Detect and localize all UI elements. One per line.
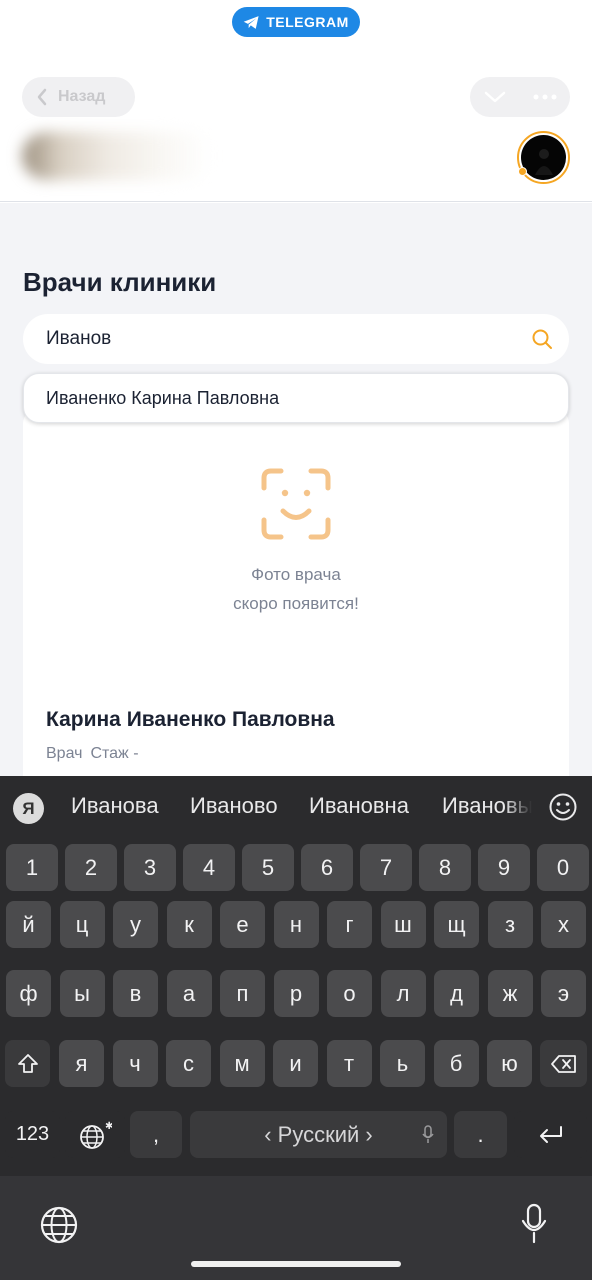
- return-icon: [539, 1125, 562, 1143]
- row2-key[interactable]: д: [434, 970, 479, 1017]
- svg-text:✱: ✱: [105, 1121, 112, 1132]
- avatar-status-dot: [518, 167, 527, 176]
- digits-key[interactable]: 7: [360, 844, 412, 891]
- comma-key[interactable]: ,: [130, 1111, 182, 1158]
- avatar[interactable]: [517, 131, 570, 184]
- doctor-meta: Врач Стаж -: [46, 745, 139, 763]
- space-key[interactable]: ‹ Русский ›: [190, 1111, 447, 1158]
- digits-key[interactable]: 6: [301, 844, 353, 891]
- keyboard-suggestion[interactable]: Ивановна: [309, 793, 409, 819]
- row2-key[interactable]: р: [273, 970, 319, 1017]
- keyboard: Я Иванова Иваново Ивановна Ивановы 12345…: [0, 776, 592, 1176]
- row2-key[interactable]: а: [166, 970, 212, 1017]
- row2-key[interactable]: в: [113, 970, 158, 1017]
- row1-key[interactable]: к: [166, 901, 212, 948]
- mic-icon[interactable]: [519, 1203, 549, 1245]
- photo-placeholder-line1: Фото врача: [251, 565, 341, 584]
- telegram-plane-icon: [243, 15, 259, 29]
- doctor-card[interactable]: Фото врача скоро появится! Карина Иванен…: [23, 408, 569, 776]
- digits-key[interactable]: 0: [537, 844, 589, 891]
- shift-key[interactable]: [5, 1040, 50, 1087]
- digits-key[interactable]: 3: [124, 844, 176, 891]
- back-button-label: Назад: [58, 88, 106, 105]
- row1-key[interactable]: ш: [380, 901, 426, 948]
- chevron-down-icon[interactable]: [484, 90, 506, 104]
- digits-key[interactable]: 9: [478, 844, 530, 891]
- keyboard-suggestion[interactable]: Иваново: [190, 793, 278, 819]
- doctors-page: Врачи клиники Иваненко Карина Павловна Ф…: [0, 203, 592, 776]
- digits-key[interactable]: 8: [419, 844, 471, 891]
- search-input[interactable]: [46, 328, 506, 350]
- search-suggestion[interactable]: Иваненко Карина Павловна: [23, 373, 569, 423]
- page-title: Врачи клиники: [23, 267, 217, 297]
- doctor-name: Карина Иваненко Павловна: [46, 708, 335, 731]
- backspace-icon: [550, 1054, 576, 1073]
- row3-key[interactable]: т: [326, 1040, 372, 1087]
- doctor-role: Врач: [46, 745, 83, 762]
- row2-key[interactable]: л: [380, 970, 426, 1017]
- avatar-image: [521, 135, 566, 180]
- row3-key[interactable]: ь: [380, 1040, 425, 1087]
- globe-icon: ✱: [80, 1121, 112, 1149]
- row3-key[interactable]: с: [166, 1040, 211, 1087]
- return-key[interactable]: [514, 1111, 587, 1158]
- search-bar[interactable]: [23, 314, 569, 364]
- numbers-key[interactable]: 123: [5, 1111, 60, 1158]
- back-button[interactable]: Назад: [22, 77, 135, 117]
- backspace-key[interactable]: [540, 1040, 587, 1087]
- telegram-badge: TELEGRAM: [232, 7, 360, 37]
- face-scan-icon: [261, 468, 331, 540]
- header-actions: [470, 77, 570, 117]
- row1-key[interactable]: з: [487, 901, 533, 948]
- clinic-logo-blurred: [22, 132, 212, 180]
- space-key-label: ‹ Русский ›: [264, 1121, 373, 1147]
- row3-key[interactable]: ю: [487, 1040, 532, 1087]
- digits-key[interactable]: 5: [242, 844, 294, 891]
- row2-key[interactable]: ы: [59, 970, 105, 1017]
- row3-key[interactable]: м: [219, 1040, 265, 1087]
- row2-key[interactable]: ж: [487, 970, 533, 1017]
- row2-key[interactable]: ф: [6, 970, 51, 1017]
- row3-key[interactable]: и: [273, 1040, 318, 1087]
- row1-key[interactable]: х: [541, 901, 586, 948]
- row1-key[interactable]: е: [220, 901, 265, 948]
- period-key[interactable]: .: [454, 1111, 507, 1158]
- globe-icon[interactable]: [39, 1205, 79, 1245]
- row1-key[interactable]: у: [113, 901, 158, 948]
- telegram-badge-label: TELEGRAM: [266, 14, 349, 30]
- row2-key[interactable]: п: [220, 970, 265, 1017]
- telegram-header: TELEGRAM Назад: [0, 0, 592, 202]
- more-dots-icon[interactable]: [533, 94, 557, 100]
- photo-placeholder-text: Фото врача скоро появится!: [23, 560, 569, 618]
- digits-key[interactable]: 2: [65, 844, 117, 891]
- doctor-experience: Стаж -: [90, 745, 139, 762]
- digits-key[interactable]: 4: [183, 844, 235, 891]
- row3-key[interactable]: я: [59, 1040, 104, 1087]
- keyboard-suggestion-bar: Я Иванова Иваново Ивановна Ивановы: [0, 776, 592, 838]
- row2-key[interactable]: о: [327, 970, 372, 1017]
- row1-key[interactable]: й: [6, 901, 51, 948]
- row2-key[interactable]: э: [541, 970, 586, 1017]
- row1-key[interactable]: н: [273, 901, 319, 948]
- mic-icon: [422, 1125, 434, 1143]
- search-icon[interactable]: [531, 328, 553, 350]
- globe-key[interactable]: ✱: [65, 1111, 125, 1158]
- keyboard-suggestion[interactable]: Ивановы: [442, 793, 532, 819]
- row1-key[interactable]: щ: [434, 901, 479, 948]
- emoji-icon[interactable]: [548, 792, 578, 822]
- shift-icon: [17, 1053, 38, 1073]
- digits-key[interactable]: 1: [6, 844, 58, 891]
- row3-key[interactable]: б: [433, 1040, 479, 1087]
- photo-placeholder-line2: скоро появится!: [233, 594, 359, 613]
- home-indicator[interactable]: [191, 1261, 401, 1267]
- chevron-left-icon: [37, 88, 47, 106]
- row1-key[interactable]: г: [327, 901, 372, 948]
- row1-key[interactable]: ц: [59, 901, 105, 948]
- keyboard-suggestion[interactable]: Иванова: [71, 793, 159, 819]
- search-suggestion-label: Иваненко Карина Павловна: [46, 387, 280, 408]
- yandex-logo[interactable]: Я: [13, 793, 44, 824]
- row3-key[interactable]: ч: [112, 1040, 158, 1087]
